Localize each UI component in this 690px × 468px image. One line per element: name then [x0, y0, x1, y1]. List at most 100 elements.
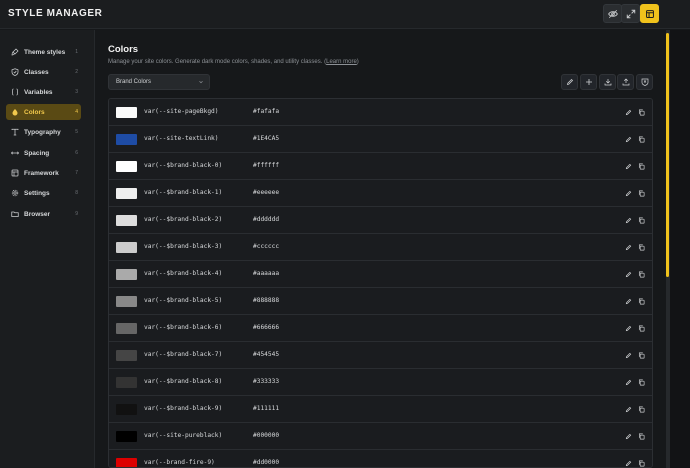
braces-icon [11, 88, 19, 96]
copy-color-button[interactable] [636, 458, 646, 467]
edit-icon [625, 352, 631, 358]
color-hex-value: #333333 [253, 378, 280, 385]
sidebar-item-classes[interactable]: Classes 2 [6, 64, 81, 80]
color-row[interactable]: var(--$brand-black-2) #dddddd [109, 207, 652, 234]
color-variable-name: var(--brand-fire-9) [144, 459, 215, 466]
edit-color-button[interactable] [623, 161, 633, 171]
color-variable-name: var(--$brand-black-3) [144, 243, 223, 250]
color-swatch[interactable] [116, 269, 137, 280]
sidebar-item-typography[interactable]: Typography 5 [6, 124, 81, 140]
edit-icon [625, 406, 631, 412]
copy-color-button[interactable] [636, 188, 646, 198]
copy-color-button[interactable] [636, 431, 646, 441]
copy-color-button[interactable] [636, 215, 646, 225]
copy-color-button[interactable] [636, 134, 646, 144]
edit-button[interactable] [561, 74, 578, 90]
sidebar-item-colors[interactable]: Colors 4 [6, 104, 81, 120]
sidebar-item-settings[interactable]: Settings 8 [6, 185, 81, 201]
clean-button[interactable] [636, 74, 653, 90]
copy-color-button[interactable] [636, 296, 646, 306]
page-description: Manage your site colors. Generate dark m… [108, 59, 359, 65]
color-swatch[interactable] [116, 458, 137, 467]
copy-color-button[interactable] [636, 269, 646, 279]
copy-color-button[interactable] [636, 107, 646, 117]
color-row[interactable]: var(--site-pureblack) #000000 [109, 423, 652, 450]
copy-icon [638, 244, 644, 250]
color-row[interactable]: var(--brand-fire-9) #dd0000 [109, 450, 652, 467]
edit-color-button[interactable] [623, 269, 633, 279]
color-variable-name: var(--site-pageBkgd) [144, 108, 219, 115]
sidebar-item-label: Variables [24, 88, 53, 96]
color-swatch[interactable] [116, 107, 137, 118]
color-swatch[interactable] [116, 323, 137, 334]
color-swatch[interactable] [116, 404, 137, 415]
expand-icon [626, 9, 635, 18]
edit-color-button[interactable] [623, 188, 633, 198]
color-hex-value: #ffffff [253, 162, 280, 169]
edit-color-button[interactable] [623, 323, 633, 333]
color-row[interactable]: var(--$brand-black-4) #aaaaaa [109, 261, 652, 288]
learn-more-link[interactable]: Learn more [326, 59, 357, 65]
scrollbar-thumb[interactable] [666, 33, 669, 277]
edit-color-button[interactable] [623, 350, 633, 360]
panel-toggle-button[interactable] [640, 4, 659, 23]
color-swatch[interactable] [116, 350, 137, 361]
color-hex-value: #111111 [253, 405, 280, 412]
color-row[interactable]: var(--site-pageBkgd) #fafafa [109, 99, 652, 126]
copy-color-button[interactable] [636, 404, 646, 414]
panel-icon [645, 9, 654, 18]
edit-color-button[interactable] [623, 107, 633, 117]
edit-color-button[interactable] [623, 431, 633, 441]
edit-icon [625, 217, 631, 223]
expand-button[interactable] [621, 4, 640, 23]
sidebar-item-browser[interactable]: Browser 9 [6, 206, 81, 222]
color-swatch[interactable] [116, 431, 137, 442]
color-row[interactable]: var(--$brand-black-0) #ffffff [109, 153, 652, 180]
color-row[interactable]: var(--$brand-black-9) #111111 [109, 396, 652, 423]
color-swatch[interactable] [116, 242, 137, 253]
color-row[interactable]: var(--$brand-black-7) #454545 [109, 342, 652, 369]
sidebar-item-theme-styles[interactable]: Theme styles 1 [6, 44, 81, 60]
shield-icon [11, 68, 19, 76]
edit-color-button[interactable] [623, 134, 633, 144]
sidebar-item-shortcut: 4 [75, 109, 78, 115]
color-swatch[interactable] [116, 188, 137, 199]
edit-color-button[interactable] [623, 404, 633, 414]
edit-color-button[interactable] [623, 458, 633, 467]
color-variable-name: var(--$brand-black-5) [144, 297, 223, 304]
edit-color-button[interactable] [623, 242, 633, 252]
sidebar-item-shortcut: 9 [75, 211, 78, 217]
copy-icon [638, 460, 644, 466]
edit-color-button[interactable] [623, 296, 633, 306]
import-button[interactable] [599, 74, 616, 90]
add-color-button[interactable] [580, 74, 597, 90]
edit-color-button[interactable] [623, 215, 633, 225]
color-row[interactable]: var(--$brand-black-8) #333333 [109, 369, 652, 396]
sidebar-item-framework[interactable]: Framework 7 [6, 165, 81, 181]
color-row[interactable]: var(--$brand-black-1) #eeeeee [109, 180, 652, 207]
export-button[interactable] [617, 74, 634, 90]
color-swatch[interactable] [116, 377, 137, 388]
color-swatch[interactable] [116, 215, 137, 226]
edit-color-button[interactable] [623, 377, 633, 387]
color-row[interactable]: var(--site-textLink) #1E4CA5 [109, 126, 652, 153]
color-row[interactable]: var(--$brand-black-6) #666666 [109, 315, 652, 342]
toggle-visibility-button[interactable] [603, 4, 622, 23]
upload-icon [622, 78, 629, 86]
brush-icon [11, 48, 19, 56]
color-row[interactable]: var(--$brand-black-3) #cccccc [109, 234, 652, 261]
edit-icon [625, 136, 631, 142]
main-panel: Colors Manage your site colors. Generate… [96, 30, 664, 468]
sidebar-item-variables[interactable]: Variables 3 [6, 84, 81, 100]
copy-color-button[interactable] [636, 242, 646, 252]
color-swatch[interactable] [116, 296, 137, 307]
copy-color-button[interactable] [636, 161, 646, 171]
copy-color-button[interactable] [636, 323, 646, 333]
color-swatch[interactable] [116, 134, 137, 145]
copy-color-button[interactable] [636, 350, 646, 360]
sidebar-item-spacing[interactable]: Spacing 6 [6, 145, 81, 161]
color-row[interactable]: var(--$brand-black-5) #888888 [109, 288, 652, 315]
color-group-select[interactable]: Brand Colors [108, 74, 210, 90]
color-swatch[interactable] [116, 161, 137, 172]
copy-color-button[interactable] [636, 377, 646, 387]
